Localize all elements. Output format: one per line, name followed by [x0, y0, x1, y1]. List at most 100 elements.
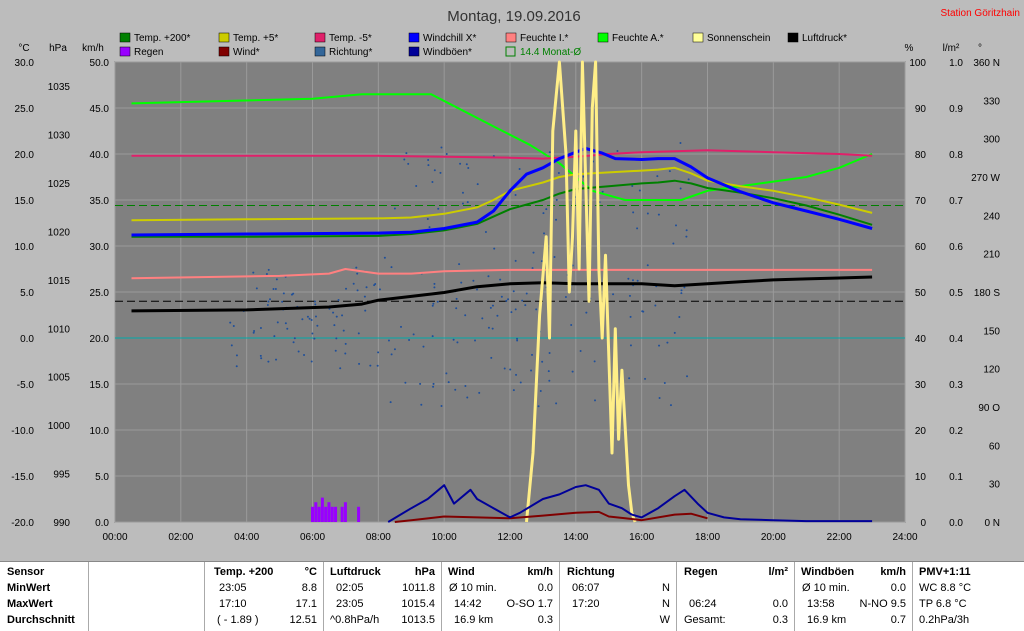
direction-dot: [530, 353, 533, 356]
percent-tick-label: 30: [915, 380, 927, 391]
direction-tick-label: 60: [989, 441, 1001, 452]
direction-dot: [579, 349, 582, 352]
direction-dot: [460, 281, 463, 284]
stats-direction-avg-value: W: [659, 614, 670, 626]
direction-dot: [507, 298, 510, 301]
pressure-tick-label: 1030: [48, 131, 71, 142]
direction-dot: [547, 370, 550, 373]
rain-tick-label: 0.2: [949, 426, 963, 437]
direction-dot: [464, 384, 467, 387]
direction-dot: [403, 158, 406, 161]
wind-tick-label: 25.0: [90, 288, 110, 299]
legend-swatch: [218, 32, 230, 43]
direction-dot: [476, 288, 479, 291]
direction-dot: [636, 227, 639, 230]
direction-tick-label: 90 O: [978, 403, 1000, 414]
direction-dot: [476, 183, 479, 186]
direction-dot: [445, 372, 448, 375]
direction-dot: [390, 353, 393, 356]
direction-dot: [499, 278, 502, 281]
direction-dot: [374, 282, 377, 285]
rain-bar: [357, 506, 361, 522]
rain-tick-label: 0.6: [949, 242, 963, 253]
x-tick-label: 22:00: [827, 532, 852, 543]
direction-dot: [311, 332, 314, 335]
stats-col-temp: Temp. +200 °C 23:05 8.8 17:10 17.1 ( - 1…: [205, 562, 324, 631]
direction-dot: [393, 207, 396, 210]
direction-dot: [491, 327, 494, 330]
direction-dot: [683, 286, 686, 289]
direction-dot: [432, 382, 435, 385]
direction-dot: [427, 158, 430, 161]
wind-tick-label: 0.0: [95, 518, 109, 529]
percent-tick-label: 100: [909, 58, 926, 69]
x-tick-label: 06:00: [300, 532, 325, 543]
direction-dot: [629, 344, 632, 347]
legend-swatch: [218, 46, 230, 57]
direction-dot: [673, 331, 676, 334]
direction-dot: [543, 232, 546, 235]
direction-dot: [514, 259, 517, 262]
percent-tick-label: 80: [915, 150, 927, 161]
stats-label-min: MinWert: [7, 582, 51, 594]
direction-dot: [405, 152, 408, 155]
direction-dot: [308, 317, 311, 320]
stats-direction-max-value: N: [662, 598, 670, 610]
direction-dot: [532, 251, 535, 254]
direction-dot: [345, 287, 348, 290]
direction-dot: [478, 391, 481, 394]
direction-dot: [646, 212, 649, 215]
temp-tick-label: -15.0: [11, 472, 34, 483]
direction-dot: [389, 401, 392, 404]
direction-dot: [452, 338, 455, 341]
direction-dot: [500, 295, 503, 298]
x-tick-label: 24:00: [892, 532, 917, 543]
legend-label: Luftdruck*: [802, 33, 847, 44]
direction-dot: [461, 202, 464, 205]
direction-dot: [272, 287, 275, 290]
legend-label: Temp. +200*: [134, 33, 191, 44]
stats-col-gusts: Windböen km/h Ø 10 min. 0.0 13:58 N-NO 9…: [795, 562, 913, 631]
stats-label-max: MaxWert: [7, 598, 53, 610]
temp-tick-label: -20.0: [11, 518, 34, 529]
legend-label: Feuchte I.*: [520, 33, 568, 44]
direction-dot: [455, 307, 458, 310]
legend-swatch: [408, 32, 420, 43]
stats-gusts-max-value: N-NO 9.5: [859, 598, 906, 610]
direction-dot: [594, 399, 597, 402]
direction-tick-label: 120: [983, 365, 1000, 376]
direction-dot: [356, 272, 359, 275]
stats-pressure-max-value: 1015.4: [401, 598, 435, 610]
rain-bar: [324, 506, 328, 522]
direction-dot: [456, 341, 459, 344]
direction-dot: [419, 382, 422, 385]
rain-tick-label: 0.8: [949, 150, 963, 161]
direction-dot: [628, 377, 631, 380]
direction-dot: [555, 218, 558, 221]
stats-header-sensor: Sensor: [7, 566, 45, 578]
legend-label: Feuchte A.*: [612, 33, 664, 44]
stats-col-rain: Regen l/m² 06:24 0.0 Gesamt: 0.3: [677, 562, 795, 631]
stats-wind-min-value: 0.0: [537, 582, 553, 594]
direction-dot: [310, 319, 313, 322]
direction-dot: [408, 339, 411, 342]
direction-dot: [276, 321, 279, 324]
stats-temp-max-value: 17.1: [295, 598, 317, 610]
stats-col-pmv: PMV+1:11 WC 8.8 °C TP 6.8 °C 0.2hPa/3h: [913, 562, 1024, 631]
direction-dot: [631, 279, 634, 282]
direction-dot: [646, 264, 649, 267]
direction-dot: [286, 327, 289, 330]
unit-hpa: hPa: [49, 43, 67, 54]
direction-dot: [616, 150, 619, 153]
direction-dot: [415, 185, 418, 188]
direction-dot: [658, 344, 661, 347]
stats-temp-min-time: 23:05: [219, 582, 247, 594]
stats-header-pressure: Luftdruck: [330, 566, 381, 578]
direction-dot: [232, 325, 235, 328]
legend-label: Windchill X*: [423, 33, 476, 44]
wind-tick-label: 30.0: [90, 242, 110, 253]
stats-rain-max-value: 0.0: [772, 598, 788, 610]
direction-dot: [669, 404, 672, 407]
direction-dot: [422, 345, 425, 348]
rain-bar: [317, 506, 321, 522]
